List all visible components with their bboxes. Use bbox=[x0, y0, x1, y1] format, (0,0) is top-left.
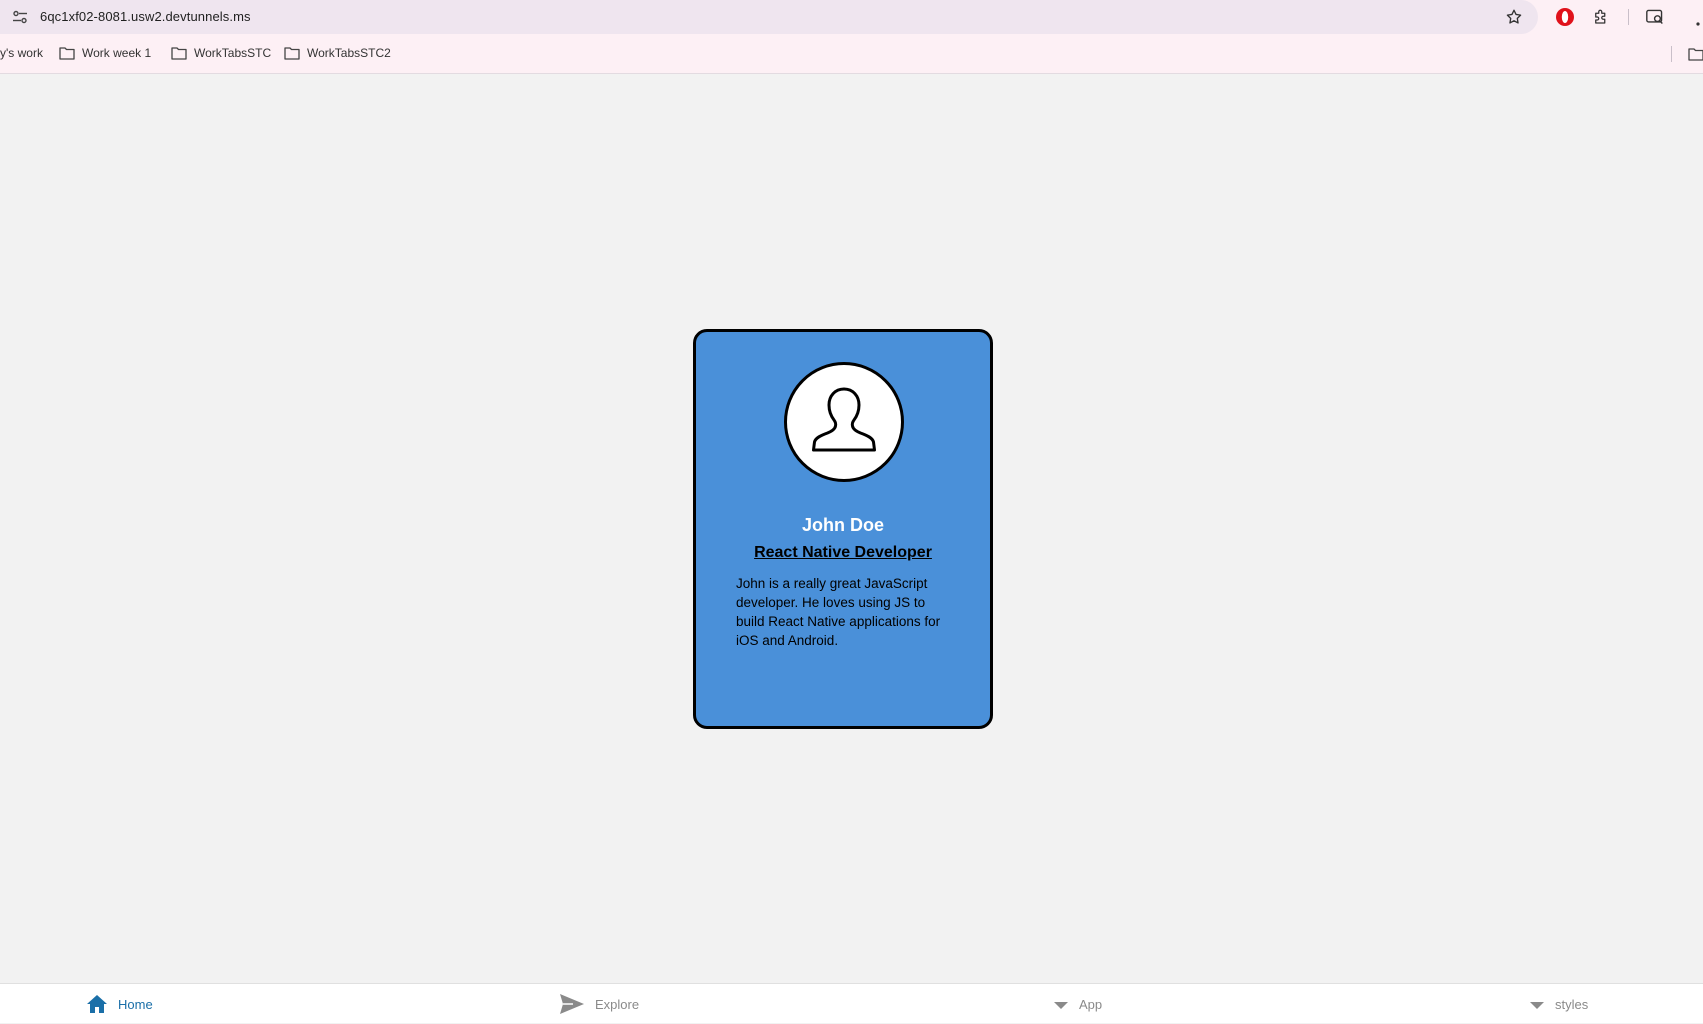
site-info-icon[interactable] bbox=[12, 10, 28, 24]
menu-dots-icon[interactable] bbox=[1693, 12, 1703, 26]
bookmark-folder[interactable]: Work week 1 bbox=[59, 46, 151, 60]
bookmark-folder[interactable]: WorkTabsSTC2 bbox=[284, 46, 391, 60]
bookmark-label: WorkTabsSTC bbox=[194, 46, 272, 60]
tab-label: styles bbox=[1555, 996, 1589, 1012]
toolbar-divider bbox=[1628, 9, 1629, 25]
tab-label: App bbox=[1079, 996, 1103, 1012]
tab-explore[interactable]: Explore bbox=[559, 984, 639, 1024]
bookmark-item[interactable]: y's work bbox=[0, 46, 43, 60]
caret-down-icon bbox=[1054, 1002, 1068, 1009]
home-icon bbox=[87, 995, 107, 1013]
browser-toolbar: 6qc1xf02-8081.usw2.devtunnels.ms bbox=[0, 0, 1703, 34]
tab-styles[interactable]: styles bbox=[1529, 984, 1588, 1024]
bookmark-label: Work week 1 bbox=[82, 46, 152, 60]
tab-home[interactable]: Home bbox=[86, 984, 153, 1024]
send-icon bbox=[560, 994, 584, 1014]
omnibox[interactable]: 6qc1xf02-8081.usw2.devtunnels.ms bbox=[0, 0, 1538, 34]
folder-icon bbox=[171, 47, 187, 60]
user-silhouette-icon bbox=[812, 387, 876, 452]
other-bookmarks-folder-icon[interactable] bbox=[1688, 47, 1703, 61]
extensions-icon[interactable] bbox=[1592, 8, 1610, 26]
profile-role: React Native Developer bbox=[754, 544, 932, 561]
tab-search-icon[interactable] bbox=[1645, 8, 1665, 26]
bookmark-label: WorkTabsSTC2 bbox=[307, 46, 391, 60]
caret-down-icon bbox=[1530, 1002, 1544, 1009]
profile-card: John Doe React Native Developer John is … bbox=[693, 329, 993, 729]
folder-icon bbox=[59, 47, 75, 60]
folder-icon bbox=[284, 47, 300, 60]
bookmarks-bar: y's work Work week 1 WorkTabsSTC WorkTab… bbox=[0, 34, 1703, 74]
profile-name: John Doe bbox=[801, 515, 884, 535]
avatar bbox=[784, 362, 904, 482]
bookmarks-divider bbox=[1671, 46, 1672, 62]
bookmark-folder[interactable]: WorkTabsSTC bbox=[171, 46, 271, 60]
bookmark-star-icon[interactable] bbox=[1505, 8, 1523, 26]
app-screen: John Doe React Native Developer John is … bbox=[0, 75, 1703, 983]
tab-label: Explore bbox=[595, 996, 640, 1012]
profile-bio: John is a really great JavaScript develo… bbox=[736, 576, 941, 648]
bookmark-label: y's work bbox=[0, 46, 43, 60]
tab-label: Home bbox=[118, 996, 153, 1012]
tab-app[interactable]: App bbox=[1053, 984, 1102, 1024]
url-text[interactable]: 6qc1xf02-8081.usw2.devtunnels.ms bbox=[40, 9, 251, 24]
bottom-tab-bar: Home Explore App styles bbox=[0, 983, 1703, 1023]
opera-extension-icon[interactable] bbox=[1555, 7, 1575, 27]
